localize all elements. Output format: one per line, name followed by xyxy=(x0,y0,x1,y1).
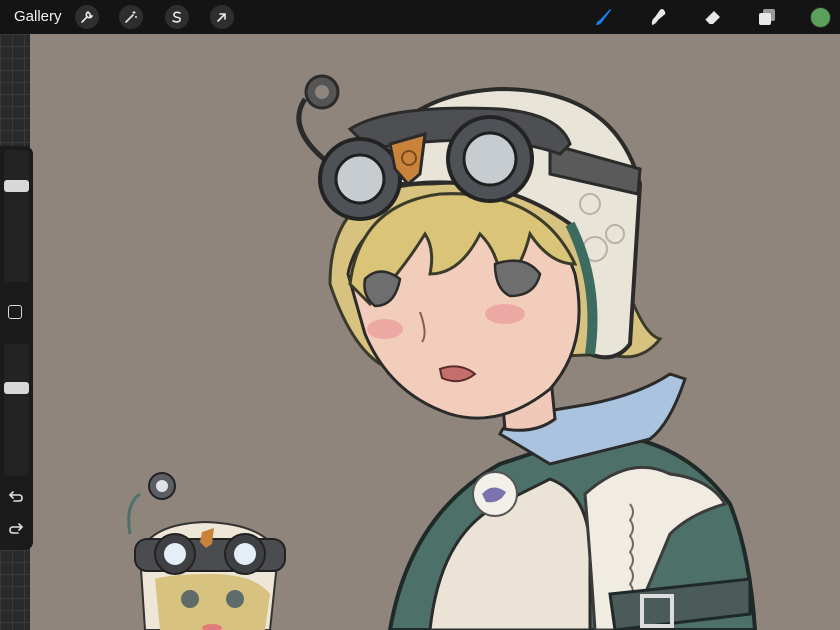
smudge-icon[interactable] xyxy=(645,5,671,29)
undo-icon[interactable] xyxy=(6,488,26,504)
redo-icon[interactable] xyxy=(6,520,26,536)
brush-size-thumb[interactable] xyxy=(4,180,29,192)
top-toolbar: Gallery xyxy=(0,0,840,34)
magic-wand-icon[interactable] xyxy=(119,5,143,29)
opacity-thumb[interactable] xyxy=(4,382,29,394)
opacity-slider[interactable] xyxy=(4,344,29,476)
selection-s-icon[interactable] xyxy=(165,5,189,29)
eraser-icon[interactable] xyxy=(700,5,726,29)
square-icon[interactable] xyxy=(8,305,22,319)
arrow-cursor-icon[interactable] xyxy=(210,5,234,29)
sidebar xyxy=(0,146,33,550)
brush-icon[interactable] xyxy=(590,5,616,29)
layers-icon[interactable] xyxy=(754,5,780,29)
gallery-button[interactable]: Gallery xyxy=(14,8,62,25)
brush-size-slider[interactable] xyxy=(4,150,29,282)
drawing-canvas[interactable] xyxy=(30,34,840,630)
artwork xyxy=(127,74,758,630)
color-picker-button[interactable] xyxy=(810,7,831,28)
wrench-icon[interactable] xyxy=(75,5,99,29)
